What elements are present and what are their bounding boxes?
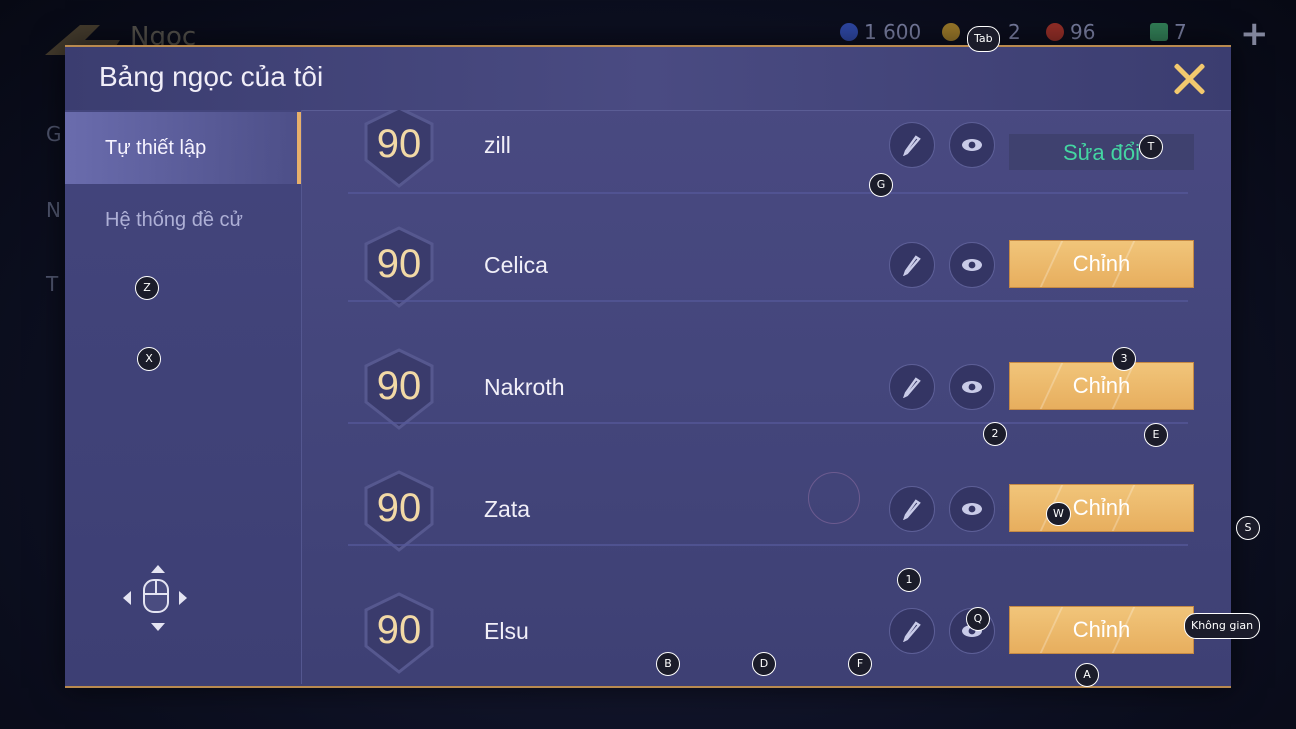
rename-button[interactable] [889,122,935,168]
rune-page-name: Celica [484,252,548,278]
list-item: 90 Nakroth Chỉnh [305,324,1231,446]
currency-value: 96 [1070,20,1096,44]
level-value: 90 [376,364,422,408]
key-hint: E [1144,423,1168,447]
key-hint: 3 [1112,347,1136,371]
key-hint: B [656,652,680,676]
rune-page-name: zill [484,132,511,158]
divider [348,300,1188,302]
divider [348,544,1188,546]
rename-button[interactable] [889,486,935,532]
rune-page-name: Nakroth [484,374,565,400]
key-hint: T [1139,135,1163,159]
key-hint: G [869,173,893,197]
add-currency-button[interactable]: + [1240,14,1269,54]
key-hint: F [848,652,872,676]
level-badge: 90 [360,226,438,308]
card-icon [1150,23,1168,41]
eye-icon [962,381,982,393]
level-badge: 90 [360,592,438,674]
level-badge: 90 [360,470,438,552]
background-side-letter: N [46,198,61,222]
divider [348,192,1188,194]
divider [348,422,1188,424]
key-hint: 2 [983,422,1007,446]
key-hint: X [137,347,161,371]
key-hint-space: Không gian [1184,613,1261,639]
list-item: 90 zill Sửa đổi [305,110,1231,202]
adjust-button[interactable]: Chỉnh [1009,240,1194,288]
sidebar: Tự thiết lập Hệ thống đề cử [65,110,302,684]
gold-coin-icon [942,23,960,41]
blue-gem-icon [840,23,858,41]
background-side-letter: G [46,122,62,146]
adjust-button[interactable]: Chỉnh [1009,362,1194,410]
list-item: 90 Celica Chỉnh [305,202,1231,324]
level-value: 90 [376,122,422,166]
currency-value: 7 [1174,20,1187,44]
pencil-icon [903,377,921,398]
preview-button[interactable] [949,364,995,410]
tab-custom[interactable]: Tự thiết lập [65,112,301,184]
rune-page-name: Zata [484,496,531,522]
rename-button[interactable] [889,242,935,288]
currency-value: 2 [1008,20,1021,44]
eye-icon [962,503,982,515]
rune-page-list[interactable]: 90 zill Sửa đổi 90 Celica Chỉnh 90 Nakro… [305,110,1231,684]
pencil-icon [903,499,921,520]
modal-title: Bảng ngọc của tôi [99,61,324,92]
key-hint: A [1075,663,1099,687]
key-hint: S [1236,516,1260,540]
eye-icon [962,139,982,151]
level-value: 90 [376,242,422,286]
key-hint: Z [135,276,159,300]
currency-blue-gem: 1 600 [840,20,921,44]
eye-icon [962,259,982,271]
key-hint: Q [966,607,990,631]
rune-page-name: Elsu [484,618,529,644]
rename-button[interactable] [889,364,935,410]
modify-button[interactable]: Sửa đổi [1009,134,1194,170]
red-gem-icon [1046,23,1064,41]
rename-button[interactable] [889,608,935,654]
adjust-button[interactable]: Chỉnh [1009,484,1194,532]
level-value: 90 [376,608,422,652]
currency-value: 1 600 [864,20,922,44]
key-hint: D [752,652,776,676]
rune-page-modal: Bảng ngọc của tôi Tự thiết lập Hệ thống … [65,45,1231,688]
key-hint: 1 [897,568,921,592]
background-side-letter: T [46,272,59,296]
level-value: 90 [376,486,422,530]
tab-recommended[interactable]: Hệ thống đề cử [65,184,301,256]
preview-button[interactable] [949,486,995,532]
preview-button[interactable] [949,122,995,168]
close-icon[interactable] [1171,61,1207,97]
pencil-icon [903,255,921,276]
level-badge: 90 [360,110,438,188]
key-hint: W [1046,502,1071,526]
list-item: 90 Zata Chỉnh [305,446,1231,568]
currency-red-gem: 96 [1046,20,1095,44]
preview-button[interactable] [949,242,995,288]
modal-header: Bảng ngọc của tôi [65,47,1231,111]
mouse-dpad-icon [123,565,193,631]
adjust-button[interactable]: Chỉnh [1009,606,1194,654]
key-hint-tab: Tab [967,26,1000,52]
loading-ring-icon [808,472,860,524]
level-badge: 90 [360,348,438,430]
pencil-icon [903,621,921,642]
pencil-icon [903,135,921,156]
currency-card: 7 [1150,20,1187,44]
